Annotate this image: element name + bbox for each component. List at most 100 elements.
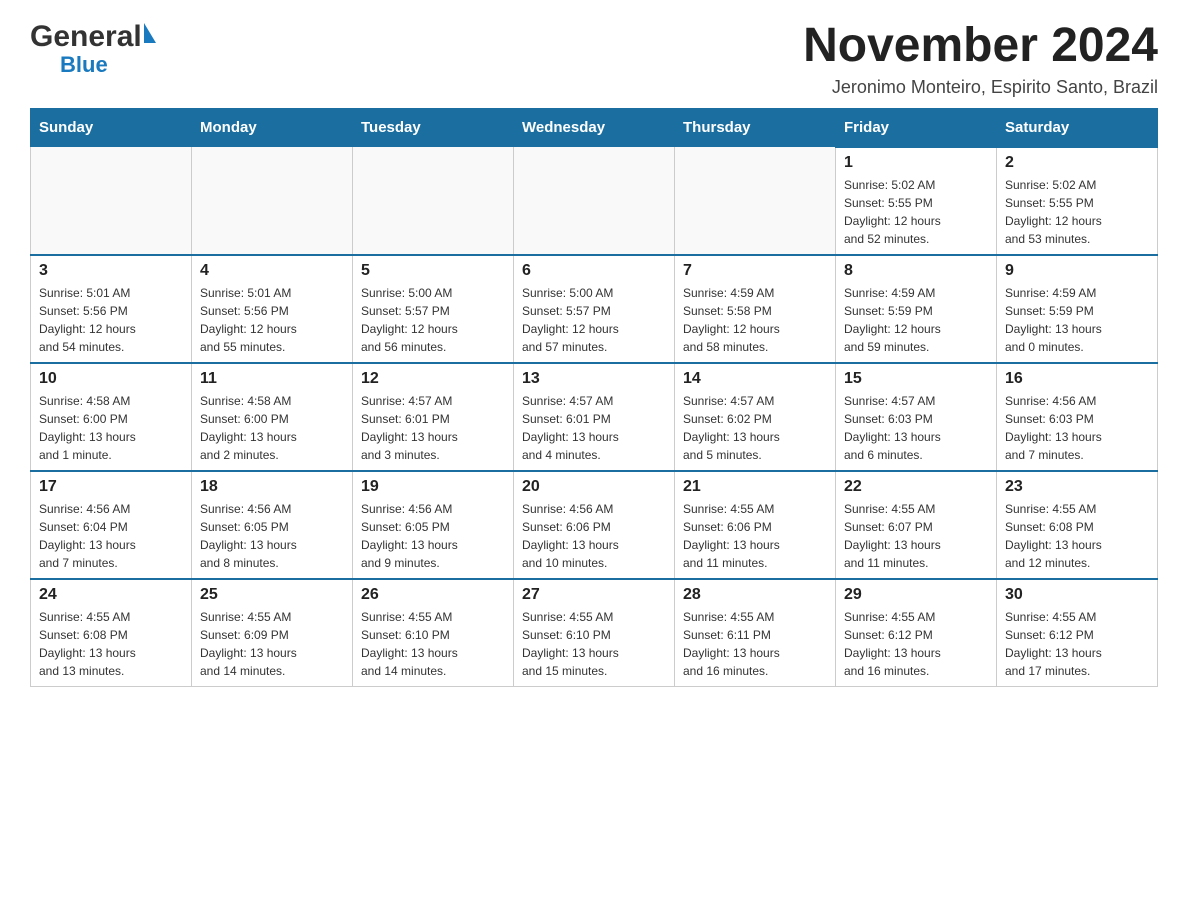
day-info: Sunrise: 5:01 AMSunset: 5:56 PMDaylight:… [39,284,183,356]
column-header-tuesday: Tuesday [353,108,514,147]
calendar-cell: 26Sunrise: 4:55 AMSunset: 6:10 PMDayligh… [353,579,514,687]
calendar-cell: 18Sunrise: 4:56 AMSunset: 6:05 PMDayligh… [192,471,353,579]
day-number: 20 [522,478,666,496]
column-header-wednesday: Wednesday [514,108,675,147]
day-info: Sunrise: 4:55 AMSunset: 6:08 PMDaylight:… [1005,500,1149,572]
day-number: 19 [361,478,505,496]
calendar-cell: 14Sunrise: 4:57 AMSunset: 6:02 PMDayligh… [675,363,836,471]
column-header-sunday: Sunday [31,108,192,147]
day-info: Sunrise: 4:57 AMSunset: 6:01 PMDaylight:… [522,392,666,464]
calendar-cell: 19 Sunrise: 4:56 AMSunset: 6:05 PMDayligh… [353,471,514,579]
day-number: 5 [361,262,505,280]
day-info: Sunrise: 4:55 AMSunset: 6:12 PMDaylight:… [844,608,988,680]
day-info: Sunrise: 4:55 AMSunset: 6:10 PMDaylight:… [522,608,666,680]
day-info: Sunrise: 4:57 AMSunset: 6:01 PMDaylight:… [361,392,505,464]
day-number: 7 [683,262,827,280]
calendar-cell: 12Sunrise: 4:57 AMSunset: 6:01 PMDayligh… [353,363,514,471]
day-number: 1 [844,154,988,172]
day-number: 6 [522,262,666,280]
logo: General Blue [30,20,156,76]
calendar-cell: 6Sunrise: 5:00 AMSunset: 5:57 PMDaylight… [514,255,675,363]
calendar-cell: 23 Sunrise: 4:55 AMSunset: 6:08 PMDayligh… [997,471,1158,579]
day-info: Sunrise: 4:55 AMSunset: 6:09 PMDaylight:… [200,608,344,680]
calendar-week-1: 1 Sunrise: 5:02 AMSunset: 5:55 PMDaylight… [31,147,1158,255]
day-info: Sunrise: 4:55 AMSunset: 6:10 PMDaylight:… [361,608,505,680]
logo-arrow-icon [144,23,156,43]
day-info: Sunrise: 4:56 AMSunset: 6:05 PMDaylight:… [200,500,344,572]
day-info: Sunrise: 4:56 AMSunset: 6:03 PMDaylight:… [1005,392,1149,464]
column-header-saturday: Saturday [997,108,1158,147]
day-info: Sunrise: 5:02 AMSunset: 5:55 PMDaylight:… [844,176,988,248]
day-info: Sunrise: 4:56 AMSunset: 6:04 PMDaylight:… [39,500,183,572]
calendar-cell: 27 Sunrise: 4:55 AMSunset: 6:10 PMDayligh… [514,579,675,687]
day-info: Sunrise: 4:57 AMSunset: 6:02 PMDaylight:… [683,392,827,464]
calendar-week-4: 17 Sunrise: 4:56 AMSunset: 6:04 PMDayligh… [31,471,1158,579]
day-number: 2 [1005,154,1149,172]
day-info: Sunrise: 4:59 AMSunset: 5:59 PMDaylight:… [1005,284,1149,356]
calendar-cell: 8 Sunrise: 4:59 AMSunset: 5:59 PMDaylight… [836,255,997,363]
day-info: Sunrise: 4:55 AMSunset: 6:08 PMDaylight:… [39,608,183,680]
day-number: 15 [844,370,988,388]
day-info: Sunrise: 4:58 AMSunset: 6:00 PMDaylight:… [39,392,183,464]
calendar-cell: 11Sunrise: 4:58 AMSunset: 6:00 PMDayligh… [192,363,353,471]
logo-blue-text: Blue [60,54,108,76]
column-header-monday: Monday [192,108,353,147]
logo-general-text: General [30,20,142,54]
day-info: Sunrise: 4:59 AMSunset: 5:59 PMDaylight:… [844,284,988,356]
day-number: 8 [844,262,988,280]
column-header-thursday: Thursday [675,108,836,147]
calendar-cell: 24 Sunrise: 4:55 AMSunset: 6:08 PMDayligh… [31,579,192,687]
day-info: Sunrise: 4:55 AMSunset: 6:11 PMDaylight:… [683,608,827,680]
day-number: 21 [683,478,827,496]
calendar-cell: 5Sunrise: 5:00 AMSunset: 5:57 PMDaylight… [353,255,514,363]
day-number: 24 [39,586,183,604]
calendar-cell: 16 Sunrise: 4:56 AMSunset: 6:03 PMDayligh… [997,363,1158,471]
calendar-table: SundayMondayTuesdayWednesdayThursdayFrid… [30,108,1158,687]
calendar-cell: 15Sunrise: 4:57 AMSunset: 6:03 PMDayligh… [836,363,997,471]
day-number: 29 [844,586,988,604]
day-number: 4 [200,262,344,280]
calendar-cell: 4 Sunrise: 5:01 AMSunset: 5:56 PMDaylight… [192,255,353,363]
day-number: 23 [1005,478,1149,496]
day-info: Sunrise: 5:02 AMSunset: 5:55 PMDaylight:… [1005,176,1149,248]
calendar-cell: 1 Sunrise: 5:02 AMSunset: 5:55 PMDaylight… [836,147,997,255]
calendar-cell: 10Sunrise: 4:58 AMSunset: 6:00 PMDayligh… [31,363,192,471]
calendar-cell: 29 Sunrise: 4:55 AMSunset: 6:12 PMDayligh… [836,579,997,687]
calendar-cell [514,147,675,255]
calendar-cell: 17 Sunrise: 4:56 AMSunset: 6:04 PMDayligh… [31,471,192,579]
day-info: Sunrise: 4:56 AMSunset: 6:06 PMDaylight:… [522,500,666,572]
calendar-cell: 22Sunrise: 4:55 AMSunset: 6:07 PMDayligh… [836,471,997,579]
day-number: 28 [683,586,827,604]
day-number: 9 [1005,262,1149,280]
day-number: 27 [522,586,666,604]
day-number: 25 [200,586,344,604]
calendar-cell: 3 Sunrise: 5:01 AMSunset: 5:56 PMDaylight… [31,255,192,363]
calendar-cell [192,147,353,255]
location-text: Jeronimo Monteiro, Espirito Santo, Brazi… [803,77,1158,98]
calendar-week-2: 3 Sunrise: 5:01 AMSunset: 5:56 PMDaylight… [31,255,1158,363]
day-number: 3 [39,262,183,280]
calendar-cell [353,147,514,255]
calendar-cell [31,147,192,255]
day-number: 16 [1005,370,1149,388]
day-info: Sunrise: 4:56 AMSunset: 6:05 PMDaylight:… [361,500,505,572]
title-section: November 2024 Jeronimo Monteiro, Espirit… [803,20,1158,98]
month-title: November 2024 [803,20,1158,73]
calendar-week-3: 10Sunrise: 4:58 AMSunset: 6:00 PMDayligh… [31,363,1158,471]
calendar-cell: 13 Sunrise: 4:57 AMSunset: 6:01 PMDayligh… [514,363,675,471]
calendar-cell: 30Sunrise: 4:55 AMSunset: 6:12 PMDayligh… [997,579,1158,687]
calendar-cell: 7 Sunrise: 4:59 AMSunset: 5:58 PMDaylight… [675,255,836,363]
day-number: 17 [39,478,183,496]
calendar-cell: 2 Sunrise: 5:02 AMSunset: 5:55 PMDaylight… [997,147,1158,255]
calendar-cell: 9 Sunrise: 4:59 AMSunset: 5:59 PMDaylight… [997,255,1158,363]
day-info: Sunrise: 4:55 AMSunset: 6:06 PMDaylight:… [683,500,827,572]
calendar-header-row: SundayMondayTuesdayWednesdayThursdayFrid… [31,108,1158,147]
calendar-cell: 25 Sunrise: 4:55 AMSunset: 6:09 PMDayligh… [192,579,353,687]
page-header: General Blue November 2024 Jeronimo Mont… [30,20,1158,98]
calendar-cell [675,147,836,255]
day-number: 13 [522,370,666,388]
day-info: Sunrise: 4:55 AMSunset: 6:12 PMDaylight:… [1005,608,1149,680]
day-info: Sunrise: 4:59 AMSunset: 5:58 PMDaylight:… [683,284,827,356]
day-number: 11 [200,370,344,388]
day-info: Sunrise: 5:01 AMSunset: 5:56 PMDaylight:… [200,284,344,356]
